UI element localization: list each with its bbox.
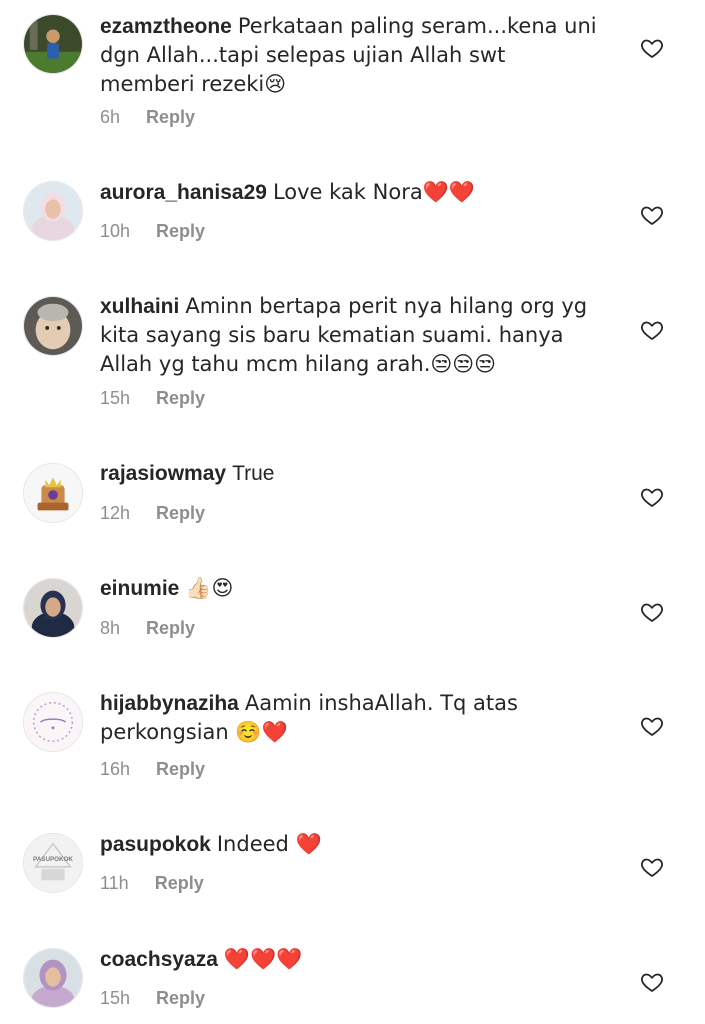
- comment-body: Indeed ❤️: [216, 832, 322, 856]
- avatar-logo-text: PASUPOKOK: [33, 856, 73, 863]
- comment-meta: 15h Reply: [100, 987, 205, 1009]
- comment-body: True: [232, 462, 275, 485]
- comment-text: ezamztheone Perkataan paling seram...kena…: [100, 12, 600, 99]
- like-heart-icon[interactable]: [640, 714, 664, 738]
- comment-meta: 6h Reply: [100, 106, 195, 128]
- comment-body: ❤️❤️❤️: [223, 947, 303, 971]
- comment-time: 6h: [100, 107, 121, 127]
- comment-meta: 12h Reply: [100, 502, 205, 524]
- avatar-image: [24, 297, 82, 355]
- comment-username[interactable]: einumie: [100, 577, 179, 600]
- avatar[interactable]: [23, 181, 83, 241]
- like-heart-icon[interactable]: [640, 600, 664, 624]
- reply-button[interactable]: Reply: [156, 758, 205, 780]
- avatar[interactable]: [23, 463, 83, 523]
- comment-body: Love kak Nora❤️❤️: [272, 180, 475, 204]
- comment-username[interactable]: coachsyaza: [100, 948, 218, 971]
- avatar-image: [24, 949, 82, 1007]
- comment-text: einumie 👍🏻😍: [100, 574, 600, 603]
- comment-text: pasupokok Indeed ❤️: [100, 830, 600, 859]
- comment-time: 15h: [100, 388, 131, 408]
- reply-button[interactable]: Reply: [156, 502, 205, 524]
- comment-time: 10h: [100, 221, 131, 241]
- comment-time: 15h: [100, 988, 131, 1008]
- comment-text: hijabbynaziha Aamin inshaAllah. Tq atas p…: [100, 689, 600, 747]
- like-heart-icon[interactable]: [640, 970, 664, 994]
- like-heart-icon[interactable]: [640, 203, 664, 227]
- reply-button[interactable]: Reply: [146, 106, 195, 128]
- reply-button[interactable]: Reply: [156, 220, 205, 242]
- comment-text: xulhaini Aminn bertapa perit nya hilang o…: [100, 292, 600, 379]
- reply-button[interactable]: Reply: [146, 617, 195, 639]
- avatar-image: [24, 579, 82, 637]
- reply-button[interactable]: Reply: [156, 987, 205, 1009]
- comment-meta: 8h Reply: [100, 617, 195, 639]
- avatar[interactable]: [23, 578, 83, 638]
- avatar-image: [24, 464, 82, 522]
- avatar-image: [24, 15, 82, 73]
- avatar-image: PASUPOKOK: [24, 834, 82, 892]
- avatar[interactable]: [23, 14, 83, 74]
- comment-username[interactable]: pasupokok: [100, 833, 211, 856]
- comment-username[interactable]: xulhaini: [100, 295, 179, 318]
- comment-body: 👍🏻😍: [185, 576, 234, 600]
- comment-text: rajasiowmay True: [100, 460, 600, 488]
- avatar[interactable]: [23, 296, 83, 356]
- avatar-image: [24, 693, 82, 751]
- comment-username[interactable]: ezamztheone: [100, 15, 232, 38]
- reply-button[interactable]: Reply: [156, 387, 205, 409]
- reply-button[interactable]: Reply: [155, 872, 204, 894]
- comment-username[interactable]: rajasiowmay: [100, 462, 226, 485]
- comment-meta: 15h Reply: [100, 387, 205, 409]
- comment-text: aurora_hanisa29 Love kak Nora❤️❤️: [100, 178, 600, 207]
- comment-time: 16h: [100, 759, 131, 779]
- like-heart-icon[interactable]: [640, 855, 664, 879]
- like-heart-icon[interactable]: [640, 36, 664, 60]
- avatar[interactable]: PASUPOKOK: [23, 833, 83, 893]
- avatar[interactable]: [23, 692, 83, 752]
- comment-meta: 16h Reply: [100, 758, 205, 780]
- comment-time: 12h: [100, 503, 131, 523]
- comment-time: 11h: [100, 873, 129, 893]
- like-heart-icon[interactable]: [640, 318, 664, 342]
- comment-username[interactable]: hijabbynaziha: [100, 692, 239, 715]
- comment-meta: 11h Reply: [100, 872, 204, 894]
- avatar-image: [24, 182, 82, 240]
- avatar[interactable]: [23, 948, 83, 1008]
- comment-meta: 10h Reply: [100, 220, 205, 242]
- like-heart-icon[interactable]: [640, 485, 664, 509]
- comment-text: coachsyaza ❤️❤️❤️: [100, 945, 600, 974]
- comment-time: 8h: [100, 618, 121, 638]
- comment-username[interactable]: aurora_hanisa29: [100, 181, 267, 204]
